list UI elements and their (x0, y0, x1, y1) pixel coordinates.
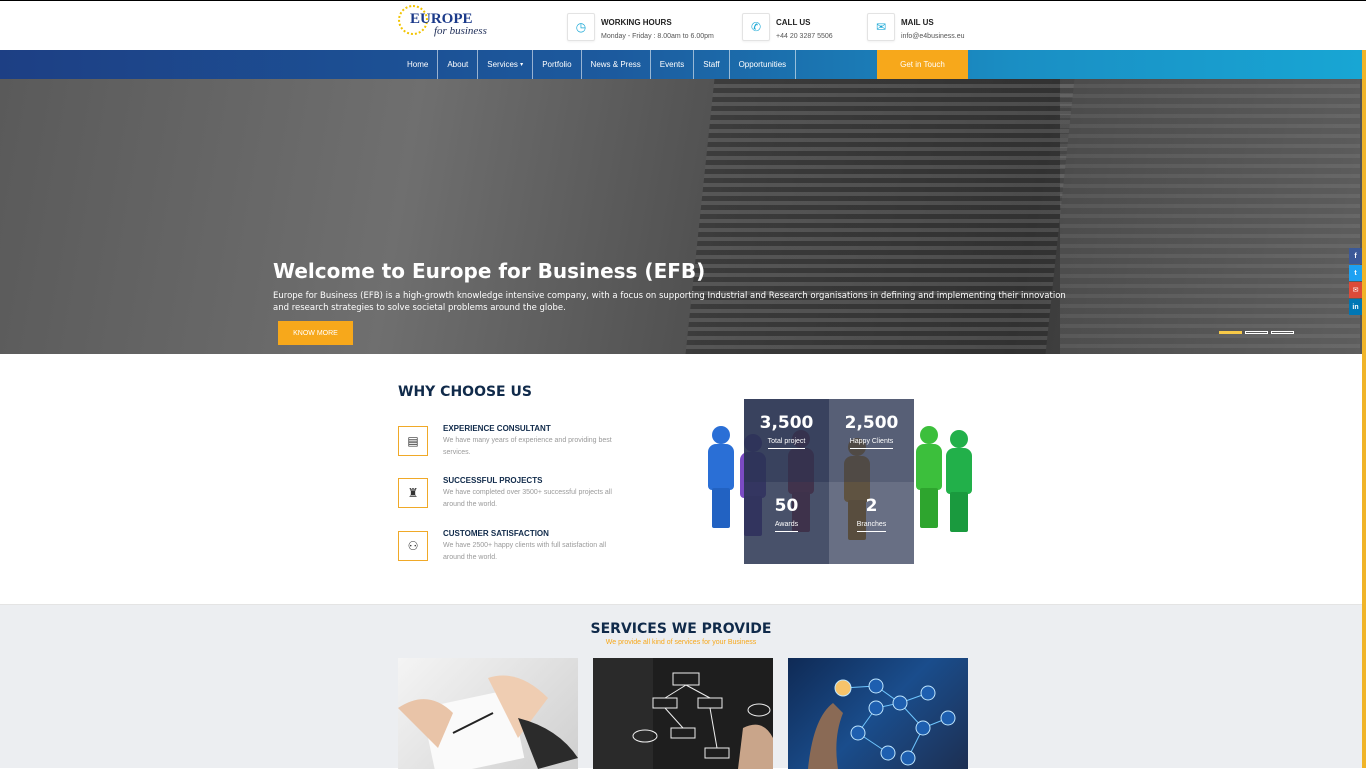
calendar-icon: ▤ (398, 426, 428, 456)
person-figure (704, 426, 738, 536)
nav-staff[interactable]: Staff (694, 50, 730, 79)
services-title: SERVICES WE PROVIDE (590, 621, 772, 637)
feature-text: We have completed over 3500+ successful … (443, 489, 612, 508)
slider-dots (1219, 331, 1294, 334)
top-header: EUROPE for business ◷ WORKING HOURS Mond… (0, 0, 1366, 50)
main-navigation: Home About Services ▾ Portfolio News & P… (0, 50, 1362, 79)
know-more-button[interactable]: KNOW MORE (278, 321, 353, 345)
site-logo[interactable]: EUROPE for business (398, 5, 488, 41)
nav-news-press[interactable]: News & Press (582, 50, 651, 79)
social-share-bar: f t ✉ in (1349, 248, 1362, 316)
hero-background-building-2 (1060, 79, 1360, 354)
service-card-image[interactable] (398, 658, 578, 769)
feature-title: EXPERIENCE CONSULTANT (443, 424, 551, 433)
logo-line2: for business (434, 25, 487, 37)
chevron-down-icon: ▾ (520, 62, 524, 68)
documents-hands-image (398, 675, 578, 769)
clock-icon: ◷ (567, 13, 595, 41)
stat-label: Total project (767, 438, 806, 449)
feature-item: ♜ SUCCESSFUL PROJECTS We have completed … (398, 476, 638, 518)
twitter-icon[interactable]: t (1349, 265, 1362, 281)
right-accent-line (1362, 0, 1366, 768)
nav-services-label: Services (487, 60, 518, 69)
phone-number[interactable]: +44 20 3287 5506 (776, 33, 833, 40)
working-hours-title: WORKING HOURS (601, 18, 672, 27)
network-people-image (808, 678, 956, 769)
services-section: SERVICES WE PROVIDE We provide all kind … (0, 604, 1362, 769)
stat-label: Branches (856, 521, 887, 532)
slider-dot[interactable] (1219, 331, 1242, 334)
stat-total-project: 3,500 Total project (744, 399, 829, 482)
nav-opportunities[interactable]: Opportunities (730, 50, 797, 79)
stat-label: Awards (774, 521, 799, 532)
call-us-title: CALL US (776, 18, 811, 27)
feature-item: ⚇ CUSTOMER SATISFACTION We have 2500+ ha… (398, 529, 638, 571)
services-subtitle: We provide all kind of services for your… (605, 639, 757, 646)
hero-text: Europe for Business (EFB) is a high-grow… (273, 291, 1066, 313)
mail-icon: ✉ (867, 13, 895, 41)
stat-awards: 50 Awards (744, 481, 829, 564)
why-title: WHY CHOOSE US (398, 384, 532, 400)
stats-grid: 3,500 Total project 2,500 Happy Clients … (744, 399, 914, 564)
facebook-icon[interactable]: f (1349, 248, 1362, 264)
person-figure (912, 426, 946, 536)
feature-title: CUSTOMER SATISFACTION (443, 529, 549, 538)
stat-value: 50 (774, 495, 799, 516)
stat-value: 3,500 (759, 413, 814, 433)
nav-events[interactable]: Events (651, 50, 695, 79)
stat-label: Happy Clients (849, 438, 894, 449)
feature-title: SUCCESSFUL PROJECTS (443, 476, 543, 485)
feature-item: ▤ EXPERIENCE CONSULTANT We have many yea… (398, 424, 638, 466)
working-hours-text: Monday - Friday : 8.00am to 6.00pm (601, 33, 714, 40)
feature-text: We have many years of experience and pro… (443, 437, 612, 456)
mail-us-title: MAIL US (901, 18, 934, 27)
stat-branches: 2 Branches (829, 481, 914, 564)
nav-portfolio[interactable]: Portfolio (533, 50, 582, 79)
stat-value: 2 (865, 495, 878, 516)
phone-icon: ✆ (742, 13, 770, 41)
feature-text: We have 2500+ happy clients with full sa… (443, 542, 607, 561)
linkedin-icon[interactable]: in (1349, 299, 1362, 315)
hero-slider: Welcome to Europe for Business (EFB) Eur… (0, 79, 1362, 354)
email-address[interactable]: info@e4business.eu (901, 33, 965, 40)
hero-title: Welcome to Europe for Business (EFB) (273, 259, 706, 283)
service-card-image[interactable] (593, 658, 773, 769)
flowchart-image (593, 658, 773, 769)
email-icon[interactable]: ✉ (1349, 282, 1362, 298)
get-in-touch-button[interactable]: Get in Touch (877, 50, 968, 79)
service-card-image[interactable] (788, 658, 968, 769)
stat-happy-clients: 2,500 Happy Clients (829, 399, 914, 482)
nav-services[interactable]: Services ▾ (478, 50, 534, 79)
trophy-icon: ♜ (398, 478, 428, 508)
network-icon: ⚇ (398, 531, 428, 561)
slider-dot[interactable] (1245, 331, 1268, 334)
person-figure (942, 430, 976, 540)
stat-value: 2,500 (844, 413, 899, 433)
nav-about[interactable]: About (438, 50, 479, 79)
slider-dot[interactable] (1271, 331, 1294, 334)
nav-home[interactable]: Home (398, 50, 439, 79)
